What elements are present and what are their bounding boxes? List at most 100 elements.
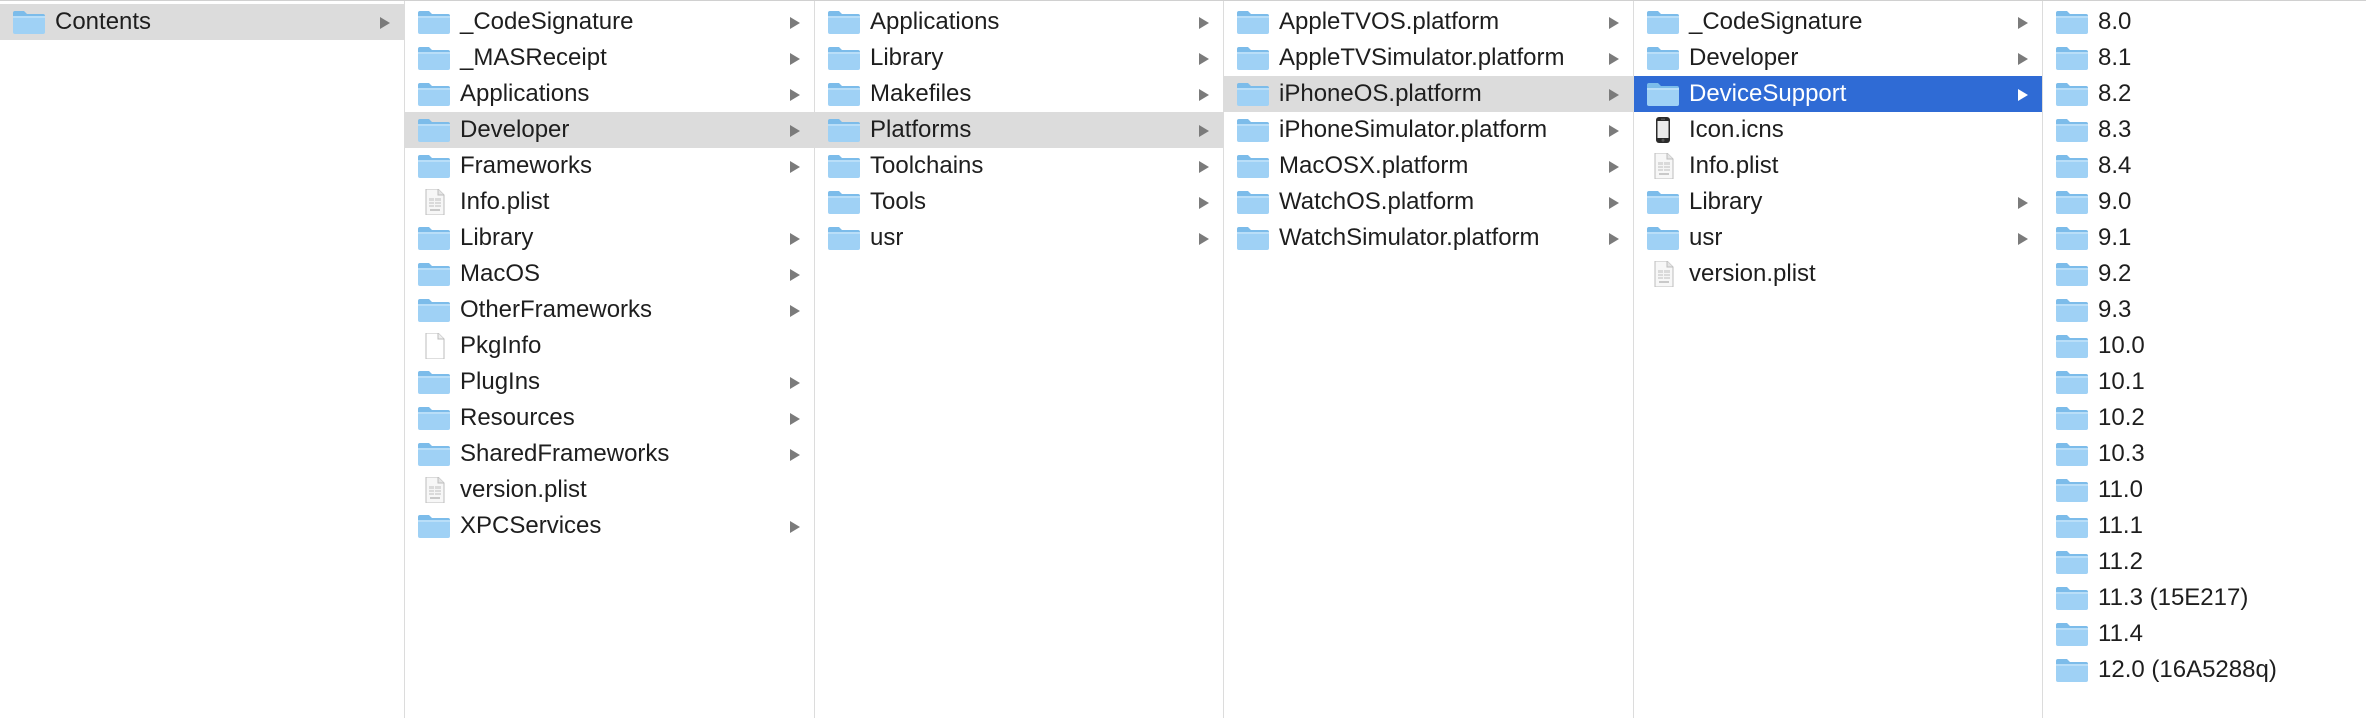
list-item-8-1[interactable]: 8.1: [2043, 40, 2366, 76]
list-item-9-3[interactable]: 9.3: [2043, 292, 2366, 328]
list-item-developer[interactable]: Developer: [1634, 40, 2042, 76]
disclosure-arrow-icon[interactable]: [1609, 53, 1619, 65]
disclosure-arrow-icon[interactable]: [790, 17, 800, 29]
browser-column-3[interactable]: Applications Library Makefiles Platforms Too…: [815, 1, 1224, 718]
list-item-10-1[interactable]: 10.1: [2043, 364, 2366, 400]
list-item-pkginfo[interactable]: PkgInfo: [405, 328, 814, 364]
folder-icon: [418, 47, 450, 70]
list-item-codesignature[interactable]: _CodeSignature: [405, 4, 814, 40]
folder-icon: [418, 299, 450, 322]
disclosure-arrow-icon[interactable]: [1199, 89, 1209, 101]
list-item-platforms[interactable]: Platforms: [815, 112, 1223, 148]
list-item-tools[interactable]: Tools: [815, 184, 1223, 220]
list-item-masreceipt[interactable]: _MASReceipt: [405, 40, 814, 76]
list-item-8-0[interactable]: 8.0: [2043, 4, 2366, 40]
list-item-iphoneos-platform[interactable]: iPhoneOS.platform: [1224, 76, 1633, 112]
list-item-8-2[interactable]: 8.2: [2043, 76, 2366, 112]
list-item-developer[interactable]: Developer: [405, 112, 814, 148]
list-item-contents[interactable]: Contents: [0, 4, 404, 40]
list-item-toolchains[interactable]: Toolchains: [815, 148, 1223, 184]
list-item-11-4[interactable]: 11.4: [2043, 616, 2366, 652]
list-item-library[interactable]: Library: [1634, 184, 2042, 220]
disclosure-arrow-icon[interactable]: [1199, 233, 1209, 245]
list-item-library[interactable]: Library: [815, 40, 1223, 76]
list-item-otherframeworks[interactable]: OtherFrameworks: [405, 292, 814, 328]
disclosure-arrow-icon[interactable]: [1609, 89, 1619, 101]
list-item-macosx-platform[interactable]: MacOSX.platform: [1224, 148, 1633, 184]
list-item-icon-icns[interactable]: Icon.icns: [1634, 112, 2042, 148]
browser-column-2[interactable]: _CodeSignature _MASReceipt Applications Dev…: [405, 1, 815, 718]
disclosure-arrow-icon[interactable]: [1199, 53, 1209, 65]
list-item-10-0[interactable]: 10.0: [2043, 328, 2366, 364]
list-item-applications[interactable]: Applications: [815, 4, 1223, 40]
list-item-plugins[interactable]: PlugIns: [405, 364, 814, 400]
disclosure-arrow-icon[interactable]: [790, 305, 800, 317]
disclosure-arrow-icon[interactable]: [790, 233, 800, 245]
list-item-11-3-15e217[interactable]: 11.3 (15E217): [2043, 580, 2366, 616]
list-item-usr[interactable]: usr: [815, 220, 1223, 256]
list-item-codesignature[interactable]: _CodeSignature: [1634, 4, 2042, 40]
disclosure-arrow-icon[interactable]: [1199, 161, 1209, 173]
disclosure-arrow-icon[interactable]: [380, 17, 390, 29]
disclosure-arrow-icon[interactable]: [790, 521, 800, 533]
list-item-macos[interactable]: MacOS: [405, 256, 814, 292]
list-item-9-0[interactable]: 9.0: [2043, 184, 2366, 220]
list-item-9-1[interactable]: 9.1: [2043, 220, 2366, 256]
disclosure-arrow-icon[interactable]: [1609, 17, 1619, 29]
disclosure-arrow-icon[interactable]: [2018, 53, 2028, 65]
list-item-11-0[interactable]: 11.0: [2043, 472, 2366, 508]
folder-icon: [2056, 443, 2088, 466]
disclosure-arrow-icon[interactable]: [1199, 17, 1209, 29]
disclosure-arrow-icon[interactable]: [790, 449, 800, 461]
list-item-usr[interactable]: usr: [1634, 220, 2042, 256]
disclosure-arrow-icon[interactable]: [1609, 125, 1619, 137]
list-item-sharedframeworks[interactable]: SharedFrameworks: [405, 436, 814, 472]
disclosure-arrow-icon[interactable]: [790, 53, 800, 65]
list-item-info-plist[interactable]: Info.plist: [1634, 148, 2042, 184]
disclosure-arrow-icon[interactable]: [2018, 89, 2028, 101]
list-item-10-2[interactable]: 10.2: [2043, 400, 2366, 436]
disclosure-arrow-icon[interactable]: [2018, 17, 2028, 29]
disclosure-arrow-icon[interactable]: [790, 269, 800, 281]
list-item-iphonesimulator-platform[interactable]: iPhoneSimulator.platform: [1224, 112, 1633, 148]
list-item-makefiles[interactable]: Makefiles: [815, 76, 1223, 112]
list-item-10-3[interactable]: 10.3: [2043, 436, 2366, 472]
disclosure-arrow-icon[interactable]: [790, 125, 800, 137]
browser-column-4[interactable]: AppleTVOS.platform AppleTVSimulator.platf…: [1224, 1, 1634, 718]
disclosure-arrow-icon[interactable]: [1609, 197, 1619, 209]
disclosure-arrow-icon[interactable]: [1199, 125, 1209, 137]
list-item-info-plist[interactable]: Info.plist: [405, 184, 814, 220]
list-item-library[interactable]: Library: [405, 220, 814, 256]
list-item-xpcservices[interactable]: XPCServices: [405, 508, 814, 544]
list-item-11-2[interactable]: 11.2: [2043, 544, 2366, 580]
list-item-version-plist[interactable]: version.plist: [1634, 256, 2042, 292]
item-label: 8.4: [2098, 152, 2132, 179]
list-item-applications[interactable]: Applications: [405, 76, 814, 112]
browser-column-1[interactable]: Contents: [0, 1, 405, 718]
list-item-watchsimulator-platform[interactable]: WatchSimulator.platform: [1224, 220, 1633, 256]
list-item-8-3[interactable]: 8.3: [2043, 112, 2366, 148]
list-item-appletvsimulator-platform[interactable]: AppleTVSimulator.platform: [1224, 40, 1633, 76]
disclosure-arrow-icon[interactable]: [2018, 197, 2028, 209]
disclosure-arrow-icon[interactable]: [2018, 233, 2028, 245]
disclosure-arrow-icon[interactable]: [1199, 197, 1209, 209]
disclosure-arrow-icon[interactable]: [790, 161, 800, 173]
item-label: iPhoneOS.platform: [1279, 80, 1482, 107]
list-item-11-1[interactable]: 11.1: [2043, 508, 2366, 544]
list-item-devicesupport[interactable]: DeviceSupport: [1634, 76, 2042, 112]
list-item-8-4[interactable]: 8.4: [2043, 148, 2366, 184]
list-item-9-2[interactable]: 9.2: [2043, 256, 2366, 292]
list-item-watchos-platform[interactable]: WatchOS.platform: [1224, 184, 1633, 220]
list-item-frameworks[interactable]: Frameworks: [405, 148, 814, 184]
disclosure-arrow-icon[interactable]: [790, 413, 800, 425]
list-item-12-0-16a5288q[interactable]: 12.0 (16A5288q): [2043, 652, 2366, 688]
list-item-resources[interactable]: Resources: [405, 400, 814, 436]
disclosure-arrow-icon[interactable]: [1609, 233, 1619, 245]
disclosure-arrow-icon[interactable]: [1609, 161, 1619, 173]
list-item-version-plist[interactable]: version.plist: [405, 472, 814, 508]
browser-column-6[interactable]: 8.0 8.1 8.2 8.3 8.4 9.0 9.1 9.2 9.3 10.0 10.1 10.2 1…: [2043, 1, 2366, 718]
list-item-appletvos-platform[interactable]: AppleTVOS.platform: [1224, 4, 1633, 40]
disclosure-arrow-icon[interactable]: [790, 377, 800, 389]
browser-column-5[interactable]: _CodeSignature Developer DeviceSupport Icon…: [1634, 1, 2043, 718]
disclosure-arrow-icon[interactable]: [790, 89, 800, 101]
